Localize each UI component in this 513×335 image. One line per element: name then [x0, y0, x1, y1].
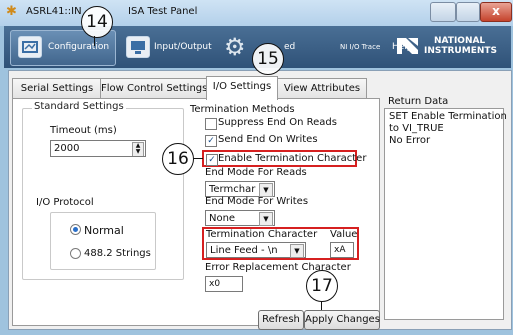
termination-methods-title: Termination Methods: [190, 104, 295, 115]
end-mode-writes-select[interactable]: None ▼: [205, 210, 275, 226]
value-field-value: xA: [334, 245, 346, 255]
timeout-value: 2000: [54, 143, 80, 154]
end-mode-writes-label: End Mode For Writes: [205, 196, 309, 207]
configuration-label: Configuration: [48, 42, 110, 52]
end-mode-reads-value: Termchar: [209, 184, 256, 195]
callout-14: 14: [81, 6, 113, 38]
radio-488-strings[interactable]: [70, 248, 81, 259]
end-mode-reads-label: End Mode For Reads: [205, 167, 307, 178]
refresh-button[interactable]: Refresh: [258, 310, 304, 330]
callout-14-pointer: [94, 36, 95, 46]
timeout-label: Timeout (ms): [50, 125, 117, 136]
termination-character-value: Line Feed - \n: [210, 245, 278, 256]
return-data-line: to VI_TRUE: [389, 123, 444, 134]
send-end-checkbox[interactable]: ✓: [205, 135, 217, 147]
timeout-field[interactable]: 2000 ▲ ▼: [50, 140, 146, 157]
end-mode-writes-value: None: [209, 213, 236, 224]
callout-16: 16: [162, 143, 194, 175]
value-label: Value: [330, 229, 358, 240]
io-protocol-label: I/O Protocol: [36, 197, 94, 208]
radio-488-strings-label: 488.2 Strings: [84, 248, 151, 259]
window-title-left: ASRL41::IN: [26, 6, 82, 17]
input-output-button[interactable]: Input/Output: [154, 36, 212, 58]
ni-logo-mark-icon: [397, 38, 418, 54]
standard-settings-title: Standard Settings: [32, 101, 126, 112]
input-output-icon[interactable]: [126, 36, 150, 58]
suppress-end-label: Suppress End On Reads: [218, 117, 337, 128]
send-end-label: Send End On Writes: [218, 134, 318, 145]
radio-normal-label: Normal: [84, 224, 124, 237]
minimize-button[interactable]: [430, 2, 456, 22]
tab-io-settings[interactable]: I/O Settings: [206, 76, 278, 100]
ni-logo: NATIONAL INSTRUMENTS: [396, 34, 511, 60]
callout-15: 15: [252, 43, 284, 75]
maximize-button[interactable]: [456, 2, 480, 22]
callout-17-pointer: [321, 301, 322, 310]
tab-serial-settings[interactable]: Serial Settings: [12, 78, 102, 99]
app-icon: ✱: [6, 4, 17, 19]
logo-line2: INSTRUMENTS: [424, 46, 497, 56]
tab-flow-control-settings[interactable]: Flow Control Settings: [100, 78, 208, 99]
return-data-box: SET Enable Termination to VI_TRUE No Err…: [384, 108, 507, 320]
suppress-end-checkbox[interactable]: [205, 118, 217, 130]
chevron-down-icon: ▼: [259, 183, 273, 197]
chevron-down-icon: ▼: [259, 212, 273, 226]
callout-16-pointer: [193, 158, 203, 159]
tab-view-attributes[interactable]: View Attributes: [277, 78, 367, 99]
return-data-line: No Error: [389, 135, 431, 146]
close-button[interactable]: x: [480, 2, 512, 22]
error-replacement-value: x0: [209, 279, 221, 289]
enable-termination-label: Enable Termination Character: [218, 153, 367, 164]
termination-character-label: Termination Character: [206, 229, 318, 240]
end-mode-reads-select[interactable]: Termchar ▼: [205, 181, 275, 197]
timeout-spinner[interactable]: ▲ ▼: [132, 142, 144, 156]
chevron-down-icon: ▼: [290, 244, 304, 258]
termination-character-select[interactable]: Line Feed - \n ▼: [206, 242, 306, 258]
logo-line1: NATIONAL: [434, 36, 486, 46]
apply-changes-button[interactable]: Apply Changes: [304, 310, 380, 330]
error-replacement-field[interactable]: x0: [205, 276, 243, 292]
value-field[interactable]: xA: [330, 242, 354, 258]
configuration-icon: [18, 36, 42, 58]
return-data-label: Return Data: [388, 96, 449, 107]
enable-termination-checkbox[interactable]: ✓: [206, 154, 218, 166]
io-protocol-group: [50, 212, 156, 270]
return-data-line: SET Enable Termination: [389, 111, 507, 122]
window-title-right: ISA Test Panel: [128, 6, 198, 17]
callout-17: 17: [306, 270, 338, 302]
gear-icon[interactable]: ⚙: [224, 34, 250, 60]
radio-normal[interactable]: [70, 224, 81, 235]
ni-io-trace-button[interactable]: NI I/O Trace: [340, 36, 380, 58]
advanced-button[interactable]: ed: [284, 36, 295, 58]
